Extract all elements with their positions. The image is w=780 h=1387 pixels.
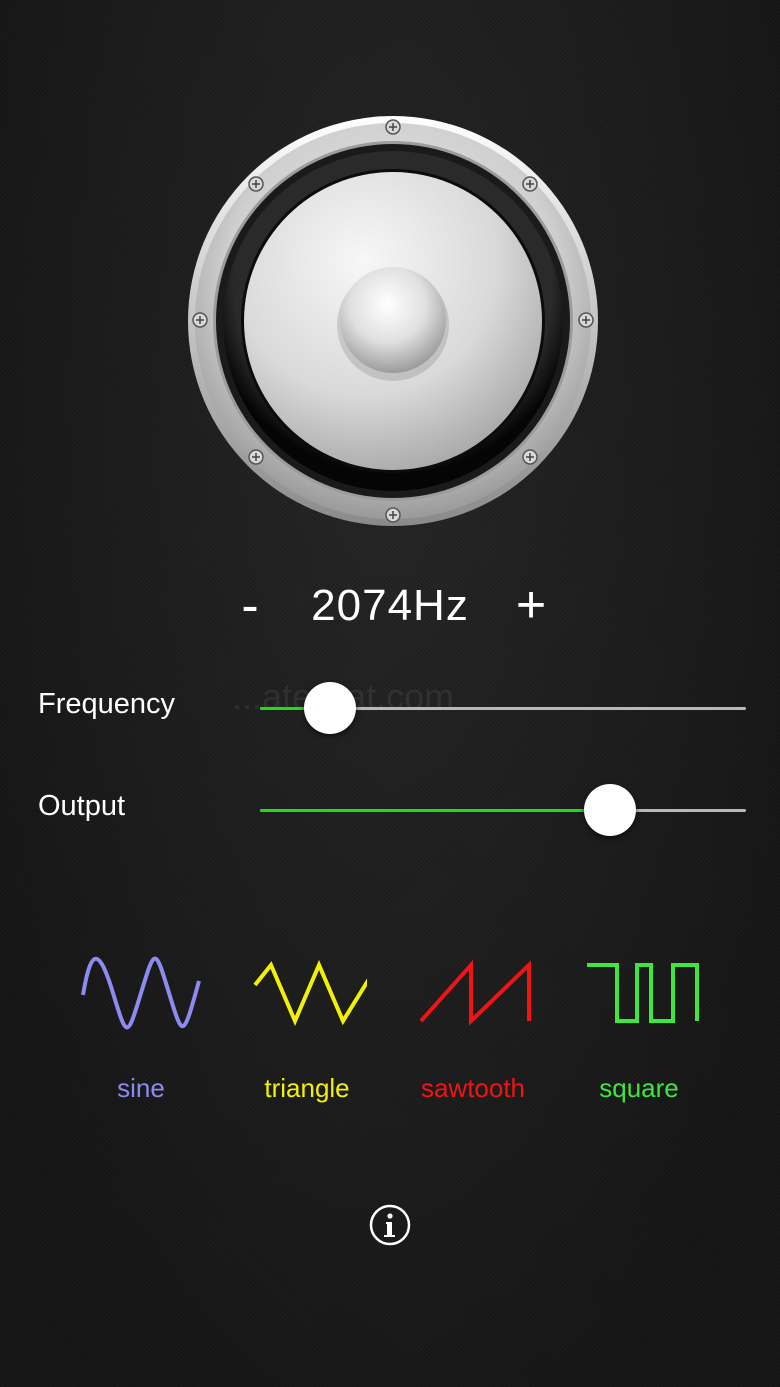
frequency-slider-label: Frequency — [38, 688, 176, 720]
frequency-control-row: - 2074Hz + — [0, 570, 780, 640]
triangle-wave-button[interactable]: triangle — [242, 955, 372, 1115]
triangle-wave-icon — [253, 959, 367, 1027]
frequency-slider-thumb[interactable] — [304, 682, 357, 734]
sine-wave-label: sine — [117, 1073, 165, 1103]
sine-wave-icon — [81, 956, 201, 1030]
output-slider-thumb[interactable] — [583, 784, 636, 836]
output-slider[interactable] — [260, 784, 746, 836]
sawtooth-wave-button[interactable]: sawtooth — [408, 955, 538, 1115]
info-icon[interactable] — [369, 1204, 411, 1246]
square-wave-button[interactable]: square — [574, 955, 704, 1115]
square-wave-label: square — [599, 1073, 679, 1103]
output-slider-label: Output — [38, 790, 126, 822]
square-wave-icon — [587, 963, 699, 1023]
triangle-wave-label: triangle — [264, 1073, 350, 1103]
increase-frequency-button[interactable]: + — [508, 576, 554, 634]
decrease-frequency-button[interactable]: - — [230, 578, 270, 634]
frequency-value: 2074Hz — [311, 581, 469, 630]
output-slider-fill — [260, 809, 610, 812]
sine-wave-button[interactable]: sine — [76, 955, 206, 1115]
speaker-graphic — [188, 116, 598, 526]
sawtooth-wave-label: sawtooth — [420, 1073, 526, 1103]
frequency-slider[interactable] — [260, 682, 746, 734]
sawtooth-wave-icon — [419, 959, 531, 1026]
